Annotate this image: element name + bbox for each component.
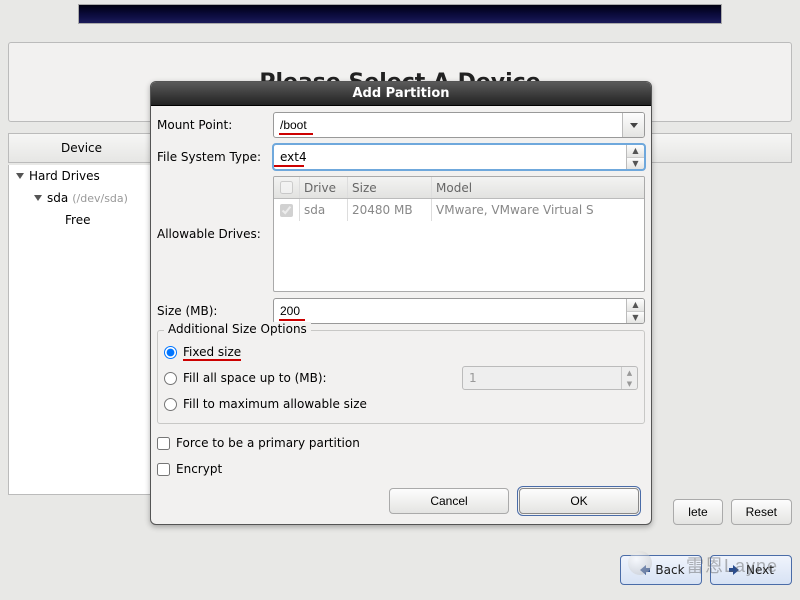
expand-toggle-icon[interactable] (13, 169, 27, 183)
select-stepper[interactable]: ▲ ▼ (626, 145, 644, 169)
fill-up-stepper: ▲▼ (621, 367, 637, 389)
tree-disk-path: (/dev/sda) (72, 192, 128, 205)
back-button[interactable]: Back (620, 555, 702, 585)
tree-row-disk[interactable]: sda (/dev/sda) (9, 187, 153, 209)
fixed-size-label[interactable]: Fixed size (183, 345, 241, 359)
fill-up-spinner: 1 ▲▼ (462, 366, 638, 390)
column-header-size[interactable]: Size (348, 177, 432, 198)
size-input[interactable] (274, 299, 626, 323)
table-row[interactable]: sda 20480 MB VMware, VMware Virtual S (274, 199, 644, 221)
ok-button[interactable]: OK (519, 488, 639, 514)
wizard-nav-row: Back Next (620, 555, 792, 585)
highlight-underline (279, 319, 305, 321)
encrypt-label[interactable]: Encrypt (176, 462, 222, 476)
fs-type-label: File System Type: (157, 150, 273, 164)
column-header-model[interactable]: Model (432, 177, 644, 198)
tree-row-hard-drives[interactable]: Hard Drives (9, 165, 153, 187)
mount-point-input[interactable] (274, 113, 622, 137)
delete-button[interactable]: lete (673, 499, 722, 525)
tree-label: Hard Drives (29, 169, 100, 183)
size-spinner[interactable]: ▲ ▼ (273, 298, 645, 324)
expand-toggle-icon[interactable] (31, 191, 45, 205)
allowable-drives-table: Drive Size Model sda 20480 MB VMware, VM… (273, 176, 645, 292)
primary-checkbox[interactable] (157, 437, 170, 450)
device-tree: Hard Drives sda (/dev/sda) Free (8, 165, 154, 495)
next-button[interactable]: Next (710, 555, 792, 585)
drive-size-cell: 20480 MB (348, 199, 432, 221)
chevron-down-icon[interactable]: ▼ (627, 312, 644, 324)
drive-model-cell: VMware, VMware Virtual S (432, 199, 644, 221)
chevron-down-icon[interactable] (622, 113, 644, 137)
drive-name-cell: sda (300, 199, 348, 221)
fs-type-value: ext4 (280, 150, 307, 164)
tree-label: sda (47, 191, 68, 205)
arrow-left-icon (637, 563, 651, 577)
next-label: Next (746, 563, 774, 577)
chevron-down-icon[interactable]: ▼ (627, 158, 644, 170)
chevron-up-icon[interactable]: ▲ (627, 299, 644, 312)
tree-row-free[interactable]: Free (9, 209, 153, 231)
fs-type-select[interactable]: ext4 ▲ ▼ (273, 144, 645, 170)
group-legend: Additional Size Options (164, 322, 311, 336)
fill-up-label[interactable]: Fill all space up to (MB): (183, 371, 327, 385)
dialog-title: Add Partition (151, 82, 651, 106)
additional-size-options-group: Additional Size Options Fixed size Fill … (157, 330, 645, 424)
size-stepper[interactable]: ▲ ▼ (626, 299, 644, 323)
fill-up-value: 1 (463, 367, 621, 389)
back-label: Back (655, 563, 684, 577)
add-partition-dialog: Add Partition Mount Point: File System T… (150, 81, 652, 525)
check-row-encrypt[interactable]: Encrypt (157, 456, 645, 482)
column-header-device[interactable]: Device (9, 134, 155, 162)
mount-point-combo[interactable] (273, 112, 645, 138)
column-header-drive[interactable]: Drive (300, 177, 348, 198)
highlight-underline (274, 165, 304, 167)
select-all-checkbox (280, 181, 293, 194)
radio-row-fill-up[interactable]: Fill all space up to (MB): 1 ▲▼ (164, 365, 638, 391)
drive-checkbox (280, 204, 293, 217)
radio-row-fixed[interactable]: Fixed size (164, 339, 638, 365)
primary-label[interactable]: Force to be a primary partition (176, 436, 360, 450)
dialog-button-row: Cancel OK (157, 482, 645, 514)
fixed-size-radio[interactable] (164, 346, 177, 359)
tree-label: Free (65, 213, 90, 227)
header-banner (78, 4, 722, 24)
arrow-right-icon (728, 563, 742, 577)
chevron-up-icon[interactable]: ▲ (627, 145, 644, 158)
radio-row-fill-max[interactable]: Fill to maximum allowable size (164, 391, 638, 417)
fill-max-radio[interactable] (164, 398, 177, 411)
drive-table-header: Drive Size Model (274, 177, 644, 199)
reset-button[interactable]: Reset (731, 499, 792, 525)
encrypt-checkbox[interactable] (157, 463, 170, 476)
highlight-underline (279, 133, 313, 135)
fill-up-radio[interactable] (164, 372, 177, 385)
mount-point-label: Mount Point: (157, 118, 273, 132)
size-label: Size (MB): (157, 304, 273, 318)
fill-max-label[interactable]: Fill to maximum allowable size (183, 397, 367, 411)
check-row-primary[interactable]: Force to be a primary partition (157, 430, 645, 456)
allowable-drives-label: Allowable Drives: (157, 227, 273, 241)
cancel-button[interactable]: Cancel (389, 488, 509, 514)
